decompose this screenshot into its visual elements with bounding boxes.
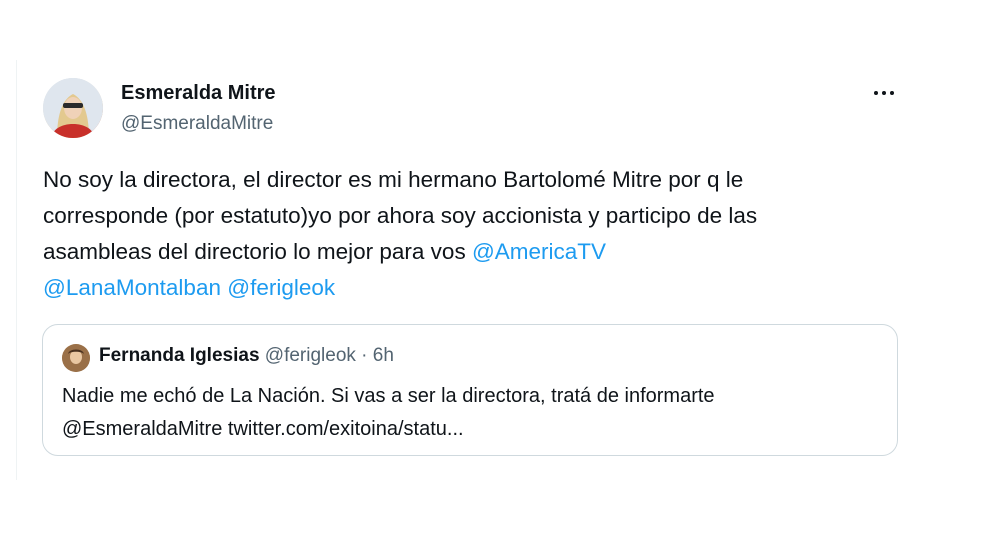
quoted-text-line: @EsmeraldaMitre twitter.com/exitoina/sta… [62,418,464,440]
tweet-text-segment: asambleas del directorio lo mejor para v… [43,239,472,264]
quoted-text-line: Nadie me echó de La Nación. Si vas a ser… [62,385,715,407]
quoted-tweet-header: Fernanda Iglesias @ferigleok · 6h [99,345,394,367]
author-avatar[interactable] [43,78,103,138]
quoted-author-avatar[interactable] [62,344,90,372]
quoted-tweet-text: Nadie me echó de La Nación. Si vas a ser… [62,380,882,446]
quoted-avatar-image [62,344,90,372]
more-horizontal-icon [872,91,896,95]
author-name[interactable]: Esmeralda Mitre [121,82,276,105]
tweet-card[interactable]: Esmeralda Mitre @EsmeraldaMitre No soy l… [16,60,977,480]
tweet-text-line: @LanaMontalban @ferigleok [43,270,923,306]
mention-link-ferigleok[interactable]: @ferigleok [227,275,335,300]
quoted-author-name[interactable]: Fernanda Iglesias [99,345,260,366]
tweet-text-line: corresponde (por estatuto)yo por ahora s… [43,203,758,228]
screenshot-frame: Esmeralda Mitre @EsmeraldaMitre No soy l… [0,0,992,556]
author-handle[interactable]: @EsmeraldaMitre [121,113,273,135]
tweet-text: No soy la directora, el director es mi h… [43,162,923,306]
quoted-timestamp[interactable]: 6h [373,345,394,366]
tweet-text-line: No soy la directora, el director es mi h… [43,167,744,192]
mention-link-lanamontalban[interactable]: @LanaMontalban [43,275,221,300]
quoted-separator: · [355,345,373,366]
quoted-tweet[interactable]: Fernanda Iglesias @ferigleok · 6h Nadie … [42,324,898,456]
more-options-button[interactable] [867,80,901,106]
quoted-author-handle[interactable]: @ferigleok [265,345,356,366]
tweet-text-line: asambleas del directorio lo mejor para v… [43,234,923,270]
avatar-image [43,78,103,138]
mention-link-americatv[interactable]: @AmericaTV [472,239,606,264]
